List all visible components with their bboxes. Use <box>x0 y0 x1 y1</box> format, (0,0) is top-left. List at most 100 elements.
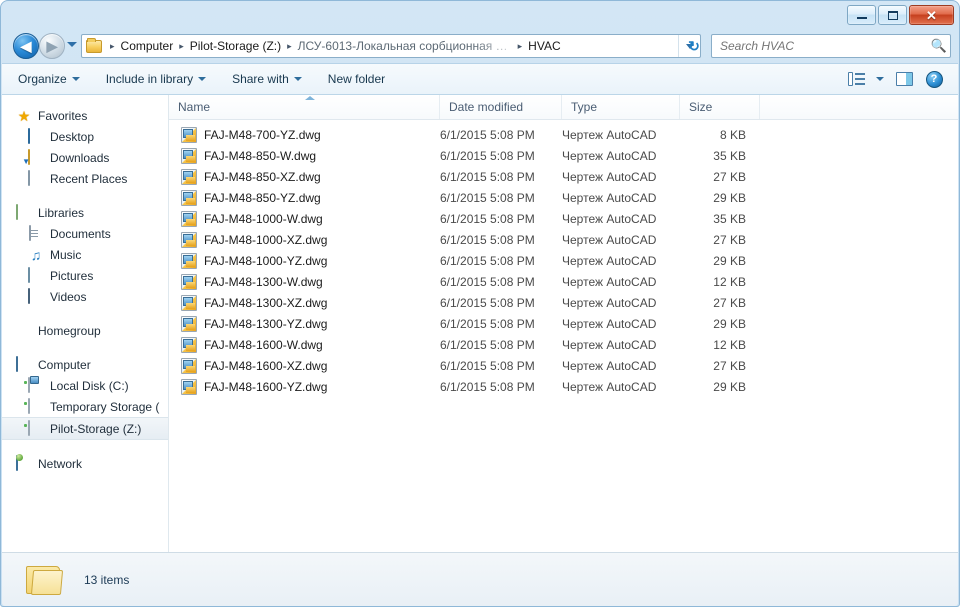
documents-icon <box>29 224 31 241</box>
folder-icon <box>24 563 64 597</box>
file-name-label: FAJ-M48-1000-W.dwg <box>204 211 323 226</box>
file-date-cell: 6/1/2015 5:08 PM <box>440 337 535 352</box>
sidebar-group-computer[interactable]: Computer <box>2 354 168 375</box>
videos-icon <box>28 287 30 304</box>
table-row[interactable]: FAJ-M48-700-YZ.dwg 6/1/2015 5:08 PM Чертеж… <box>169 124 958 145</box>
sidebar-item-recent-places[interactable]: Recent Places <box>2 168 168 189</box>
table-row[interactable]: FAJ-M48-1600-YZ.dwg 6/1/2015 5:08 PM Черте… <box>169 376 958 397</box>
table-row[interactable]: FAJ-M48-850-XZ.dwg 6/1/2015 5:08 PM Чертеж… <box>169 166 958 187</box>
file-date-cell: 6/1/2015 5:08 PM <box>440 169 535 184</box>
sidebar-item-label: Pictures <box>50 268 94 283</box>
column-header-type[interactable]: Type <box>562 95 680 119</box>
file-name-cell: FAJ-M48-1300-W.dwg <box>169 273 440 290</box>
sidebar-item-documents[interactable]: Documents <box>2 223 168 244</box>
refresh-icon: ↻ <box>688 38 700 54</box>
dwg-file-icon <box>181 210 197 227</box>
breadcrumb-item-computer[interactable]: Computer <box>119 35 176 57</box>
refresh-button[interactable]: ↻ <box>683 34 705 58</box>
file-type-cell: Чертеж AutoCAD <box>562 127 657 142</box>
file-size-cell: 27 KB <box>713 232 746 247</box>
change-view-button[interactable] <box>842 67 870 91</box>
drive-icon <box>28 397 30 414</box>
sidebar-item-pilot-storage-z[interactable]: Pilot-Storage (Z:) <box>2 417 168 440</box>
file-size-cell: 12 KB <box>713 337 746 352</box>
sidebar-item-label: Temporary Storage ( <box>50 399 160 414</box>
minimize-button[interactable] <box>847 5 876 25</box>
table-row[interactable]: FAJ-M48-1600-XZ.dwg 6/1/2015 5:08 PM Черте… <box>169 355 958 376</box>
sidebar-item-temporary-storage[interactable]: Temporary Storage ( <box>2 396 168 417</box>
search-input[interactable] <box>712 39 928 53</box>
table-row[interactable]: FAJ-M48-1300-XZ.dwg 6/1/2015 5:08 PM Черте… <box>169 292 958 313</box>
file-date-cell: 6/1/2015 5:08 PM <box>440 274 535 289</box>
sidebar-group-homegroup[interactable]: Homegroup <box>2 320 168 341</box>
file-size-cell: 27 KB <box>713 358 746 373</box>
dwg-file-icon <box>181 126 197 143</box>
include-in-library-button[interactable]: Include in library <box>96 67 216 91</box>
view-dropdown-button[interactable] <box>872 67 888 91</box>
breadcrumb-separator: ▸ <box>179 41 184 51</box>
music-icon: ♫ <box>30 246 42 263</box>
sidebar-item-music[interactable]: ♫ Music <box>2 244 168 265</box>
sidebar-item-label: Music <box>50 247 82 262</box>
close-button[interactable]: ✕ <box>909 5 954 25</box>
forward-button[interactable]: ▶ <box>39 33 65 59</box>
sidebar-group-libraries[interactable]: Libraries <box>2 202 168 223</box>
table-row[interactable]: FAJ-M48-1000-YZ.dwg 6/1/2015 5:08 PM Черте… <box>169 250 958 271</box>
file-name-cell: FAJ-M48-1600-W.dwg <box>169 336 440 353</box>
preview-pane-button[interactable] <box>890 67 918 91</box>
help-button[interactable]: ? <box>920 67 948 91</box>
new-folder-button[interactable]: New folder <box>318 67 395 91</box>
address-bar[interactable]: ▸ Computer ▸ Pilot-Storage (Z:) ▸ ЛСУ-60… <box>81 34 701 58</box>
file-date-cell: 6/1/2015 5:08 PM <box>440 358 535 373</box>
dwg-file-icon <box>181 168 197 185</box>
chevron-down-icon <box>71 77 80 81</box>
table-row[interactable]: FAJ-M48-1600-W.dwg 6/1/2015 5:08 PM Чертеж… <box>169 334 958 355</box>
libraries-icon <box>16 203 18 220</box>
search-box[interactable]: 🔍 <box>711 34 951 58</box>
explorer-body: ★ Favorites Desktop Downloads Recent Pla… <box>2 95 958 552</box>
sidebar-item-local-disk-c[interactable]: Local Disk (C:) <box>2 375 168 396</box>
table-row[interactable]: FAJ-M48-1300-W.dwg 6/1/2015 5:08 PM Чертеж… <box>169 271 958 292</box>
breadcrumb-item-lsu-folder[interactable]: ЛСУ-6013-Локальная сорбционная установка… <box>296 35 514 57</box>
table-row[interactable]: FAJ-M48-1000-XZ.dwg 6/1/2015 5:08 PM Черте… <box>169 229 958 250</box>
file-type-cell: Чертеж AutoCAD <box>562 379 657 394</box>
sidebar-item-pictures[interactable]: Pictures <box>2 265 168 286</box>
sidebar-group-favorites[interactable]: ★ Favorites <box>2 105 168 126</box>
help-icon: ? <box>925 70 943 88</box>
downloads-icon <box>28 148 30 165</box>
file-name-label: FAJ-M48-850-W.dwg <box>204 148 317 163</box>
sidebar-group-label: Computer <box>38 357 91 372</box>
breadcrumb-item-hvac[interactable]: HVAC <box>526 35 562 57</box>
file-name-label: FAJ-M48-1600-XZ.dwg <box>204 358 328 373</box>
dwg-file-icon <box>181 336 197 353</box>
sidebar-item-downloads[interactable]: Downloads <box>2 147 168 168</box>
share-with-button[interactable]: Share with <box>222 67 312 91</box>
column-header-size[interactable]: Size <box>680 95 760 119</box>
maximize-button[interactable] <box>878 5 907 25</box>
table-row[interactable]: FAJ-M48-850-W.dwg 6/1/2015 5:08 PM Чертеж … <box>169 145 958 166</box>
dwg-file-icon <box>181 294 197 311</box>
back-button[interactable]: ◀ <box>13 33 39 59</box>
command-toolbar: Organize Include in library Share with N… <box>2 63 958 95</box>
table-row[interactable]: FAJ-M48-1000-W.dwg 6/1/2015 5:08 PM Чертеж… <box>169 208 958 229</box>
column-header-label: Size <box>689 100 713 114</box>
system-drive-icon <box>28 376 30 393</box>
organize-button[interactable]: Organize <box>8 67 90 91</box>
sidebar-group-label: Libraries <box>38 205 85 220</box>
column-header-date-modified[interactable]: Date modified <box>440 95 562 119</box>
table-row[interactable]: FAJ-M48-1300-YZ.dwg 6/1/2015 5:08 PM Черте… <box>169 313 958 334</box>
recent-pages-chevron-down-icon[interactable] <box>67 42 77 47</box>
sidebar-item-label: Downloads <box>50 150 110 165</box>
recent-places-icon <box>28 169 30 186</box>
breadcrumb-item-pilot-storage[interactable]: Pilot-Storage (Z:) <box>188 35 283 57</box>
file-date-cell: 6/1/2015 5:08 PM <box>440 316 535 331</box>
file-type-cell: Чертеж AutoCAD <box>562 148 657 163</box>
file-rows-container[interactable]: FAJ-M48-700-YZ.dwg 6/1/2015 5:08 PM Чертеж… <box>169 120 958 552</box>
file-name-cell: FAJ-M48-1600-XZ.dwg <box>169 357 440 374</box>
table-row[interactable]: FAJ-M48-850-YZ.dwg 6/1/2015 5:08 PM Чертеж… <box>169 187 958 208</box>
sidebar-item-videos[interactable]: Videos <box>2 286 168 307</box>
sidebar-item-desktop[interactable]: Desktop <box>2 126 168 147</box>
search-icon[interactable]: 🔍 <box>928 38 950 54</box>
sidebar-group-network[interactable]: Network <box>2 453 168 474</box>
